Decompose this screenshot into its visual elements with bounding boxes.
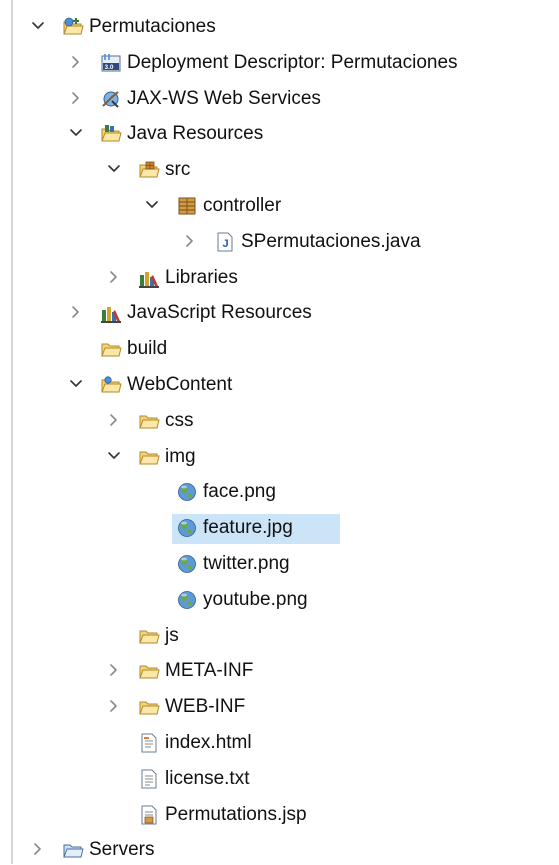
tree-item-js-folder[interactable]: js — [0, 621, 559, 651]
tree-item-meta-inf-folder[interactable]: META-INF — [0, 656, 559, 686]
folder-icon — [101, 343, 122, 357]
chevron-right-icon[interactable] — [106, 698, 122, 714]
project-explorer-tree: Permutaciones 3.0 Deployment Descriptor: P… — [0, 0, 559, 864]
chevron-down-icon[interactable] — [106, 448, 122, 464]
tree-item-index-html[interactable]: index.html — [0, 728, 559, 758]
chevron-right-icon[interactable] — [68, 54, 84, 70]
tree-item-label: index.html — [165, 732, 252, 753]
tree-item-youtube-png[interactable]: youtube.png — [0, 585, 559, 615]
globe-icon — [178, 555, 196, 573]
source-folder-icon — [139, 161, 160, 178]
chevron-right-icon[interactable] — [30, 841, 46, 857]
chevron-down-icon[interactable] — [144, 197, 160, 213]
svg-text:3.0: 3.0 — [105, 64, 114, 71]
tree-item-label: JavaScript Resources — [127, 302, 312, 324]
chevron-right-icon[interactable] — [106, 662, 122, 678]
tree-item-spermutaciones-java[interactable]: J SPermutaciones.java — [0, 227, 559, 257]
java-resources-icon — [101, 125, 122, 142]
folder-icon — [139, 451, 160, 465]
chevron-right-icon[interactable] — [68, 90, 84, 106]
chevron-right-icon[interactable] — [182, 233, 198, 249]
tree-item-label: Java Resources — [127, 123, 264, 145]
servers-folder-icon — [63, 844, 84, 858]
tree-item-label: Servers — [89, 839, 155, 861]
tree-item-label: JAX-WS Web Services — [127, 87, 321, 109]
html-file-icon — [141, 733, 157, 753]
globe-icon — [178, 483, 196, 502]
chevron-right-icon[interactable] — [106, 412, 122, 428]
chevron-right-icon[interactable] — [106, 269, 122, 285]
tree-item-label: Libraries — [165, 266, 238, 288]
tree-item-label: face.png — [203, 481, 276, 503]
deployment-descriptor-icon: 3.0 — [101, 53, 121, 72]
tree-item-img-folder[interactable]: img — [0, 442, 559, 472]
tree-item-label: Permutations.jsp — [165, 803, 307, 825]
text-file-icon — [141, 769, 157, 789]
tree-item-label: SPermutaciones.java — [241, 230, 421, 252]
tree-item-twitter-png[interactable]: twitter.png — [0, 549, 559, 579]
tree-item-controller-package[interactable]: controller — [0, 191, 559, 221]
web-project-icon — [63, 17, 84, 35]
tree-item-src-folder[interactable]: src — [0, 155, 559, 185]
tree-item-label: youtube.png — [203, 588, 308, 610]
tree-item-label: WebContent — [127, 374, 233, 395]
tree-item-libraries[interactable]: Libraries — [0, 263, 559, 293]
tree-item-label: feature.jpg — [203, 517, 293, 539]
chevron-down-icon[interactable] — [30, 18, 46, 34]
tree-item-label: META-INF — [165, 660, 254, 682]
tree-item-label: Permutaciones — [89, 16, 216, 37]
tree-item-web-inf-folder[interactable]: WEB-INF — [0, 692, 559, 722]
tree-item-label: WEB-INF — [165, 696, 246, 718]
web-folder-icon — [101, 376, 122, 393]
tree-item-face-png[interactable]: face.png — [0, 477, 559, 507]
folder-icon — [139, 415, 160, 429]
web-services-icon — [102, 90, 119, 108]
tree-item-label: js — [165, 624, 179, 646]
tree-item-webcontent-folder[interactable]: WebContent — [0, 370, 559, 400]
globe-icon — [178, 590, 196, 609]
folder-icon — [139, 665, 160, 679]
tree-item-java-resources[interactable]: Java Resources — [0, 119, 559, 149]
tree-item-servers-project[interactable]: Servers — [0, 835, 559, 865]
tree-item-deployment-descriptor[interactable]: 3.0 Deployment Descriptor: Permutaciones — [0, 48, 559, 78]
tree-item-label: css — [165, 409, 194, 431]
tree-item-label: Deployment Descriptor: Permutaciones — [127, 51, 458, 73]
libraries-icon — [101, 307, 121, 324]
tree-item-label: twitter.png — [203, 553, 290, 574]
jsp-file-icon — [141, 805, 157, 825]
chevron-down-icon[interactable] — [68, 125, 84, 141]
svg-text:J: J — [223, 238, 229, 250]
libraries-icon — [139, 271, 159, 288]
folder-icon — [139, 701, 160, 715]
chevron-down-icon[interactable] — [68, 376, 84, 392]
chevron-right-icon[interactable] — [68, 304, 84, 320]
tree-item-feature-jpg[interactable]: feature.jpg — [0, 513, 559, 545]
tree-item-label: controller — [203, 195, 282, 216]
tree-item-label: img — [165, 445, 196, 467]
folder-icon — [139, 630, 160, 644]
tree-item-license-txt[interactable]: license.txt — [0, 764, 559, 794]
tree-item-label: src — [165, 159, 191, 181]
tree-item-javascript-resources[interactable]: JavaScript Resources — [0, 298, 559, 328]
tree-item-label: license.txt — [165, 767, 250, 789]
chevron-down-icon[interactable] — [106, 161, 122, 177]
globe-icon — [178, 519, 196, 538]
tree-item-permutations-jsp[interactable]: Permutations.jsp — [0, 800, 559, 830]
java-file-icon: J — [217, 232, 233, 252]
package-icon — [178, 197, 196, 215]
tree-item-label: build — [127, 338, 168, 360]
tree-item-project-permutaciones[interactable]: Permutaciones — [0, 12, 559, 42]
tree-item-css-folder[interactable]: css — [0, 406, 559, 436]
tree-item-build-folder[interactable]: build — [0, 334, 559, 364]
tree-item-jax-ws-web-services[interactable]: JAX-WS Web Services — [0, 84, 559, 114]
